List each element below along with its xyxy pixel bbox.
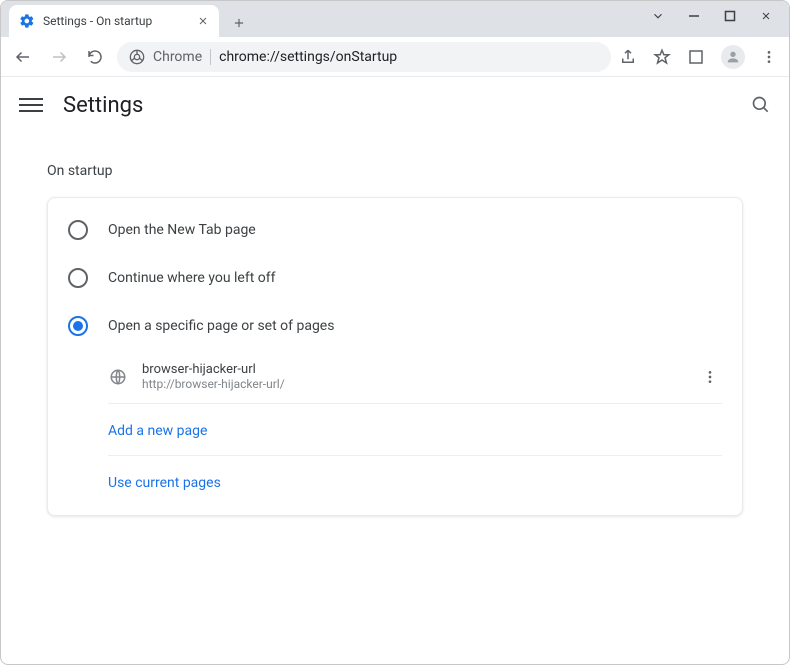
startup-page-item: browser-hijacker-url http://browser-hija… — [108, 350, 722, 404]
radio-icon — [68, 316, 88, 336]
add-new-page-link[interactable]: Add a new page — [108, 423, 207, 439]
omnibox-url: chrome://settings/onStartup — [219, 49, 397, 65]
tab-title: Settings - On startup — [43, 14, 189, 28]
gear-icon — [19, 13, 35, 29]
star-icon[interactable] — [653, 48, 671, 66]
section-title: On startup — [47, 163, 743, 179]
minimize-button[interactable] — [685, 7, 703, 25]
radio-specific-pages[interactable]: Open a specific page or set of pages — [48, 302, 742, 350]
startup-pages-list: browser-hijacker-url http://browser-hija… — [48, 350, 742, 507]
use-current-pages-row[interactable]: Use current pages — [108, 456, 722, 507]
maximize-button[interactable] — [721, 7, 739, 25]
tab-strip: Settings - On startup — [1, 1, 635, 37]
radio-label: Open a specific page or set of pages — [108, 318, 334, 334]
settings-card: Open the New Tab page Continue where you… — [47, 197, 743, 516]
profile-avatar[interactable] — [721, 45, 745, 69]
close-tab-icon[interactable] — [197, 15, 209, 27]
startup-page-url: http://browser-hijacker-url/ — [142, 377, 684, 391]
radio-label: Continue where you left off — [108, 270, 276, 286]
title-bar: Settings - On startup — [1, 1, 789, 37]
more-options-button[interactable] — [698, 365, 722, 389]
radio-open-new-tab[interactable]: Open the New Tab page — [48, 206, 742, 254]
hamburger-menu-button[interactable] — [19, 93, 43, 117]
share-icon[interactable] — [619, 48, 637, 66]
close-window-button[interactable] — [757, 7, 775, 25]
forward-button[interactable] — [45, 43, 73, 71]
startup-page-title: browser-hijacker-url — [142, 362, 684, 377]
back-button[interactable] — [9, 43, 37, 71]
radio-continue[interactable]: Continue where you left off — [48, 254, 742, 302]
page-title: Settings — [63, 93, 143, 118]
menu-icon[interactable] — [761, 49, 777, 65]
toolbar-right-icons — [619, 45, 781, 69]
browser-tab[interactable]: Settings - On startup — [9, 5, 219, 37]
radio-icon — [68, 220, 88, 240]
chevron-down-icon[interactable] — [649, 7, 667, 25]
browser-window: Settings - On startup — [0, 0, 790, 665]
radio-icon — [68, 268, 88, 288]
startup-page-texts: browser-hijacker-url http://browser-hija… — [142, 362, 684, 391]
window-controls — [635, 1, 789, 37]
use-current-pages-link[interactable]: Use current pages — [108, 475, 221, 491]
extensions-icon[interactable] — [687, 48, 705, 66]
search-button[interactable] — [751, 95, 771, 115]
chrome-logo-icon — [129, 49, 145, 65]
toolbar: Chrome chrome://settings/onStartup — [1, 37, 789, 77]
content-area: On startup Open the New Tab page Continu… — [1, 133, 789, 516]
omnibox-divider — [210, 49, 211, 65]
add-new-page-row[interactable]: Add a new page — [108, 404, 722, 456]
omnibox-scheme-label: Chrome — [153, 49, 202, 65]
reload-button[interactable] — [81, 43, 109, 71]
globe-icon — [108, 368, 128, 386]
radio-label: Open the New Tab page — [108, 222, 256, 238]
new-tab-button[interactable] — [225, 9, 253, 37]
omnibox[interactable]: Chrome chrome://settings/onStartup — [117, 42, 611, 72]
settings-header: Settings — [1, 77, 789, 133]
